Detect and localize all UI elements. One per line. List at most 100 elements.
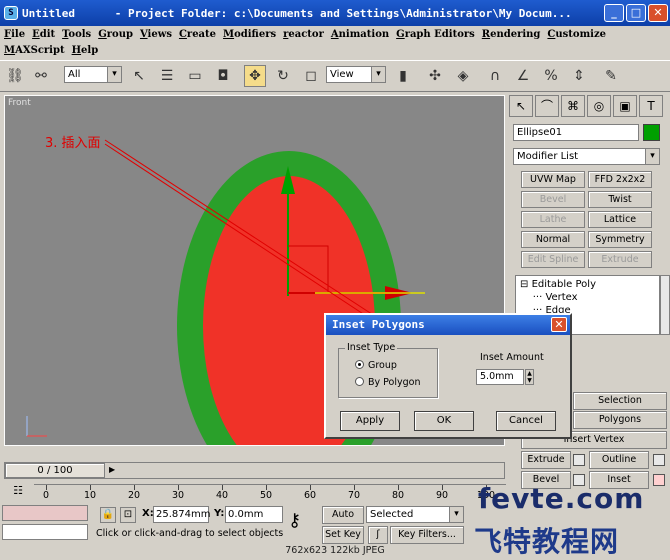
lock-icon[interactable]: 🔒 [100,507,116,523]
selection-rollout-button[interactable]: Selection [573,392,667,410]
uvw-map-button[interactable]: UVW Map [521,171,585,188]
pivot-icon[interactable]: ▮ [392,65,414,87]
status-prompt: Click or click-and-drag to select object… [96,528,284,539]
menu-edit[interactable]: Edit [32,27,55,43]
symmetry-button[interactable]: Symmetry [588,231,652,248]
x-label: X: [142,508,154,519]
window-crossing-icon[interactable]: ◘ [212,65,234,87]
selection-filter-dropdown[interactable]: All [64,66,122,83]
key-filters-button[interactable]: Key Filters... [390,526,464,544]
ruler-tick-label: 20 [127,490,141,501]
maximize-button[interactable]: □ [626,4,646,22]
key-mode-dropdown[interactable]: Selected [366,506,464,523]
radio-off-icon[interactable] [355,377,364,386]
lathe-button[interactable]: Lathe [521,211,585,228]
dialog-close-button[interactable]: ✕ [551,317,567,332]
angle-snap-icon[interactable]: ∠ [512,65,534,87]
create-tab-icon[interactable]: ↖ [509,95,533,117]
stack-scrollbar[interactable] [660,275,670,335]
close-button[interactable]: ✕ [648,4,668,22]
select-by-name-icon[interactable]: ☰ [156,65,178,87]
menu-tools[interactable]: Tools [62,27,91,43]
title-bar: S Untitled - Project Folder: c:\Document… [0,0,670,26]
select-arrow-icon[interactable]: ↖ [128,65,150,87]
ok-button[interactable]: OK [414,411,474,431]
edit-spline-button[interactable]: Edit Spline [521,251,585,268]
menu-file[interactable]: File [4,27,25,43]
ffd-button[interactable]: FFD 2x2x2 [588,171,652,188]
slider-next-icon[interactable]: ▶ [109,465,115,474]
inset-amount-spinner[interactable]: ▲ ▼ [525,369,534,385]
dialog-title: Inset Polygons [332,318,425,331]
rotate-icon[interactable]: ↻ [272,65,294,87]
link-icon[interactable]: ⛓ [4,65,26,87]
ruler-tick-label: 60 [303,490,317,501]
utilities-tab-icon[interactable]: T [639,95,663,117]
time-slider-thumb[interactable]: 0 / 100 [5,463,105,478]
inset-amount-field[interactable]: 5.0mm [476,369,524,385]
extrude-modifier-button[interactable]: Extrude [588,251,652,268]
key-icon[interactable]: ⚷ [288,510,301,531]
menu-customize[interactable]: Customize [547,27,606,43]
keyboard-shortcut-icon[interactable]: ◈ [452,65,474,87]
stack-item-vertex[interactable]: ··· Vertex [520,291,655,304]
menu-reactor[interactable]: reactor [283,27,324,43]
outline-button[interactable]: Outline [589,451,649,469]
radio-on-icon[interactable] [355,360,364,369]
named-selection-icon[interactable]: ✎ [600,65,622,87]
lattice-button[interactable]: Lattice [588,211,652,228]
menu-animation[interactable]: Animation [331,27,389,43]
normal-button[interactable]: Normal [521,231,585,248]
rect-selection-icon[interactable]: ▭ [184,65,206,87]
unlink-icon[interactable]: ⚯ [30,65,52,87]
manipulate-icon[interactable]: ✣ [424,65,446,87]
bevel-modifier-button[interactable]: Bevel [521,191,585,208]
polygons-rollout-button[interactable]: Polygons [573,411,667,429]
modifier-list-dropdown[interactable]: Modifier List [513,148,660,165]
menu-maxscript[interactable]: MAXScript [4,43,65,59]
menu-group[interactable]: Group [98,27,133,43]
menu-modifiers[interactable]: Modifiers [223,27,276,43]
modify-tab-icon[interactable]: ⌒ [535,95,559,117]
radio-group[interactable]: Group [355,360,397,372]
ruler-tick-label: 10 [83,490,97,501]
ruler-tick-label: 80 [391,490,405,501]
object-name-field[interactable]: Ellipse01 [513,124,639,141]
track-bar-icon[interactable]: ☷ [8,484,28,500]
menu-create[interactable]: Create [179,27,216,43]
object-color-swatch[interactable] [643,124,660,141]
hierarchy-tab-icon[interactable]: ⌘ [561,95,585,117]
apply-button[interactable]: Apply [340,411,400,431]
menu-views[interactable]: Views [140,27,172,43]
display-tab-icon[interactable]: ▣ [613,95,637,117]
menu-rendering[interactable]: Rendering [482,27,541,43]
radio-by-polygon[interactable]: By Polygon [355,377,421,389]
menu-graph-editors[interactable]: Graph Editors [396,27,475,43]
absolute-mode-icon[interactable]: ⊡ [120,507,136,523]
minimize-button[interactable]: _ [604,4,624,22]
step-annotation: 3. 插入面 [45,136,101,151]
cancel-button[interactable]: Cancel [496,411,556,431]
x-coordinate-field[interactable]: 25.874mm [153,506,210,523]
motion-tab-icon[interactable]: ◎ [587,95,611,117]
reference-coord-dropdown[interactable]: View [326,66,386,83]
time-slider[interactable]: 0 / 100 ▶ [4,462,505,479]
y-coordinate-field[interactable]: 0.0mm [225,506,283,523]
maxscript-listener-bottom[interactable] [2,524,88,540]
track-bar[interactable]: 0 10 20 30 40 50 60 70 80 90 100 [34,484,506,502]
snap-icon[interactable]: ∩ [484,65,506,87]
outline-settings-icon[interactable] [653,454,665,466]
scale-icon[interactable]: ◻ [300,65,322,87]
auto-key-button[interactable]: Auto Key [322,506,364,536]
key-tangent-icon[interactable]: ʃ [368,526,388,544]
extrude-button[interactable]: Extrude [521,451,571,469]
percent-snap-icon[interactable]: % [540,65,562,87]
menu-help[interactable]: Help [72,43,99,59]
spinner-snap-icon[interactable]: ⇕ [568,65,590,87]
move-icon[interactable]: ✥ [244,65,266,87]
twist-button[interactable]: Twist [588,191,652,208]
maxscript-listener-top[interactable] [2,505,88,521]
set-key-button[interactable]: Set Key [322,526,364,544]
stack-item-editable-poly[interactable]: ⊟ Editable Poly [520,278,655,291]
extrude-settings-icon[interactable] [573,454,585,466]
